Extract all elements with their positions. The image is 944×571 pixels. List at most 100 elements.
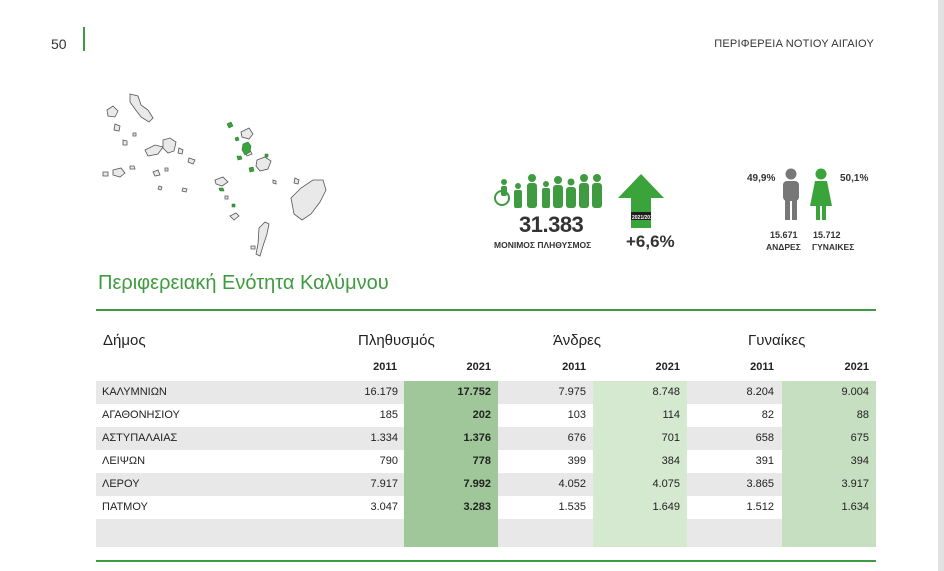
map-island [129, 93, 154, 123]
cell-pop2021: 202 [472, 409, 491, 421]
header-men-2011: 2011 [562, 361, 586, 373]
cell-pop2021: 3.283 [463, 501, 491, 513]
cell-women2021: 394 [850, 455, 869, 467]
map-island-highlighted [231, 203, 236, 208]
map-island [240, 127, 254, 140]
woman-icon [810, 168, 832, 220]
population-group-icon [494, 174, 602, 208]
men-percent: 49,9% [747, 173, 776, 184]
map-island [122, 139, 128, 146]
region-title: ΠΕΡΙΦΕΡΕΙΑ ΝΟΤΙΟΥ ΑΙΓΑΙΟΥ [714, 38, 874, 50]
cell-pop2021: 17.752 [457, 386, 491, 398]
cell-men2021: 1.649 [652, 501, 680, 513]
map-island [177, 147, 184, 155]
page-edge [938, 0, 944, 571]
map-island [106, 105, 119, 118]
cell-men2011: 103 [567, 409, 586, 421]
municipality-name: ΠΑΤΜΟΥ [102, 501, 148, 513]
map-island [250, 245, 256, 250]
cell-men2021: 8.748 [652, 386, 680, 398]
map-island-highlighted [226, 121, 234, 129]
men-label: ΑΝΔΡΕΣ [766, 242, 801, 252]
cell-men2021: 384 [661, 455, 680, 467]
cell-men2011: 676 [567, 432, 586, 444]
cell-women2021: 88 [856, 409, 869, 421]
regional-unit-title: Περιφερειακή Ενότητα Καλύμνου [98, 272, 389, 294]
cell-women2011: 82 [761, 409, 774, 421]
map-island-highlighted [248, 166, 255, 173]
man-icon [783, 168, 799, 220]
header-population: Πληθυσμός [358, 332, 435, 349]
cell-men2011: 4.052 [558, 478, 586, 490]
map-island [113, 123, 121, 132]
arrow-period-label: 2021/2011 [632, 215, 656, 221]
header-municipality: Δήμος [103, 332, 146, 349]
map-island [132, 132, 137, 137]
cell-women2021: 675 [850, 432, 869, 444]
cell-men2021: 114 [662, 409, 680, 421]
map-island-highlighted [234, 136, 240, 142]
cell-pop2011: 16.179 [364, 386, 398, 398]
header-women-2011: 2011 [750, 361, 774, 373]
map-island [187, 157, 196, 165]
cell-women2011: 3.865 [746, 478, 774, 490]
women-percent: 50,1% [840, 173, 869, 184]
cell-pop2021: 7.992 [463, 478, 491, 490]
header-men-2021: 2021 [655, 361, 680, 373]
cell-men2021: 701 [661, 432, 680, 444]
cell-women2021: 3.917 [841, 478, 869, 490]
cell-women2011: 1.512 [746, 501, 774, 513]
map-island [152, 169, 161, 177]
municipality-name: ΛΕΡΟΥ [102, 478, 140, 490]
page-number-rule [83, 27, 85, 51]
cell-men2011: 7.975 [558, 386, 586, 398]
total-population-label: ΜΟΝΙΜΟΣ ΠΛΗΘΥΣΜΟΣ [494, 240, 592, 250]
municipality-name: ΚΑΛΥΜΝΙΩΝ [102, 386, 167, 398]
map-island [255, 156, 272, 172]
cell-women2011: 391 [755, 455, 774, 467]
cell-women2021: 1.634 [841, 501, 869, 513]
map-island [224, 195, 229, 200]
map-island [162, 137, 177, 154]
map-island [181, 187, 188, 193]
top-rule [96, 309, 876, 311]
cell-pop2011: 7.917 [370, 478, 398, 490]
women-count: 15.712 [813, 230, 841, 240]
map-island-highlighted [236, 155, 243, 161]
municipality-name: ΑΓΑΘΟΝΗΣΙΟΥ [102, 409, 180, 421]
map-island [164, 167, 169, 172]
map-island [157, 185, 163, 191]
cell-pop2021: 778 [472, 455, 491, 467]
cell-pop2011: 1.334 [370, 432, 398, 444]
cell-men2021: 4.075 [652, 478, 680, 490]
map-island [214, 176, 229, 187]
map-island-highlighted [264, 153, 269, 158]
map-island [229, 212, 240, 221]
cell-pop2021: 1.376 [463, 432, 491, 444]
cell-women2021: 9.004 [841, 386, 869, 398]
map-island [255, 221, 270, 257]
cell-pop2011: 185 [379, 409, 398, 421]
total-population: 31.383 [519, 212, 584, 237]
cell-women2011: 8.204 [746, 386, 774, 398]
men-count: 15.671 [770, 230, 798, 240]
map-island [290, 179, 327, 221]
cell-women2011: 658 [755, 432, 774, 444]
population-change: +6,6% [626, 232, 675, 251]
women-label: ΓΥΝΑΙΚΕΣ [812, 242, 855, 252]
map-island [293, 177, 300, 185]
map-island [102, 171, 109, 177]
cell-pop2011: 790 [379, 455, 398, 467]
page-number: 50 [51, 36, 67, 52]
map-island [112, 167, 126, 178]
header-pop-2021: 2021 [466, 361, 491, 373]
cell-pop2011: 3.047 [370, 501, 398, 513]
map-island-highlighted [218, 187, 225, 192]
region-map [102, 93, 327, 257]
map-island [272, 179, 277, 185]
municipality-name: ΛΕΙΨΩΝ [102, 455, 146, 467]
bottom-rule [96, 560, 876, 562]
header-women-2021: 2021 [844, 361, 869, 373]
header-men: Άνδρες [553, 332, 602, 349]
header-pop-2011: 2011 [373, 361, 397, 373]
